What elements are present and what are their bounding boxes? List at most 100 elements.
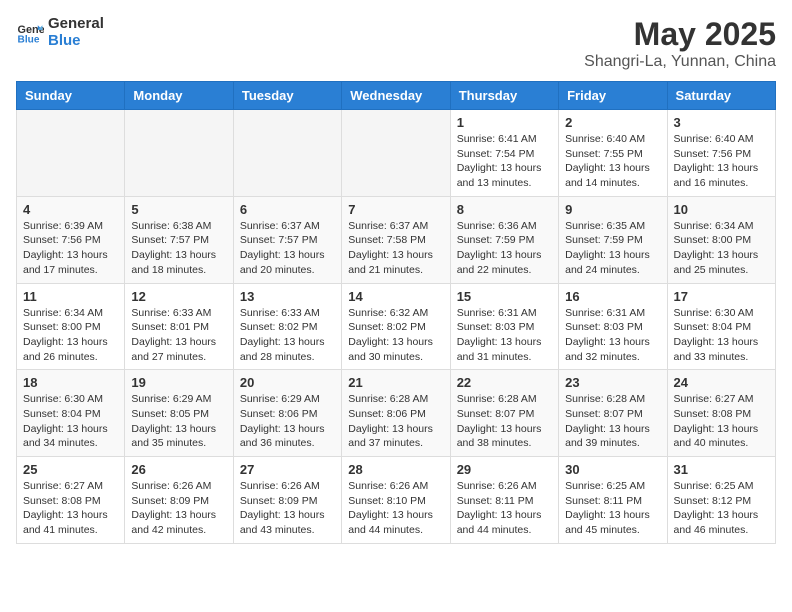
calendar-cell: 1 Sunrise: 6:41 AM Sunset: 7:54 PM Daylig…	[450, 110, 558, 197]
calendar-cell: 18 Sunrise: 6:30 AM Sunset: 8:04 PM Dayli…	[17, 370, 125, 457]
day-info: Sunrise: 6:26 AM Sunset: 8:11 PM Dayligh…	[457, 479, 552, 538]
day-info: Sunrise: 6:27 AM Sunset: 8:08 PM Dayligh…	[674, 392, 769, 451]
day-info: Sunrise: 6:28 AM Sunset: 8:06 PM Dayligh…	[348, 392, 443, 451]
calendar-cell: 2 Sunrise: 6:40 AM Sunset: 7:55 PM Daylig…	[559, 110, 667, 197]
weekday-header: Sunday	[17, 82, 125, 110]
month-year: May 2025	[584, 16, 776, 53]
logo-text-general: General	[48, 16, 104, 33]
day-info: Sunrise: 6:29 AM Sunset: 8:05 PM Dayligh…	[131, 392, 226, 451]
calendar-cell: 24 Sunrise: 6:27 AM Sunset: 8:08 PM Dayli…	[667, 370, 775, 457]
day-info: Sunrise: 6:38 AM Sunset: 7:57 PM Dayligh…	[131, 219, 226, 278]
calendar-cell: 9 Sunrise: 6:35 AM Sunset: 7:59 PM Daylig…	[559, 196, 667, 283]
day-number: 30	[565, 462, 660, 477]
calendar-cell: 3Sunrise: 6:40 AM Sunset: 7:56 PM Daylig…	[667, 110, 775, 197]
day-number: 28	[348, 462, 443, 477]
calendar-cell: 20 Sunrise: 6:29 AM Sunset: 8:06 PM Dayli…	[233, 370, 341, 457]
calendar-table: SundayMondayTuesdayWednesdayThursdayFrid…	[16, 81, 776, 544]
day-info: Sunrise: 6:25 AM Sunset: 8:12 PM Dayligh…	[674, 479, 769, 538]
day-info: Sunrise: 6:29 AM Sunset: 8:06 PM Dayligh…	[240, 392, 335, 451]
calendar-cell: 11 Sunrise: 6:34 AM Sunset: 8:00 PM Dayli…	[17, 283, 125, 370]
day-info: Sunrise: 6:41 AM Sunset: 7:54 PM Dayligh…	[457, 132, 552, 191]
day-number: 10	[674, 202, 769, 217]
calendar-cell: 4Sunrise: 6:39 AM Sunset: 7:56 PM Daylig…	[17, 196, 125, 283]
day-number: 14	[348, 289, 443, 304]
day-info: Sunrise: 6:33 AM Sunset: 8:02 PM Dayligh…	[240, 306, 335, 365]
day-number: 12	[131, 289, 226, 304]
weekday-header: Wednesday	[342, 82, 450, 110]
day-info: Sunrise: 6:40 AM Sunset: 7:56 PM Dayligh…	[674, 132, 769, 191]
calendar-week-row: 18 Sunrise: 6:30 AM Sunset: 8:04 PM Dayli…	[17, 370, 776, 457]
day-number: 29	[457, 462, 552, 477]
day-number: 20	[240, 375, 335, 390]
calendar-cell: 30 Sunrise: 6:25 AM Sunset: 8:11 PM Dayli…	[559, 457, 667, 544]
calendar-cell: 7 Sunrise: 6:37 AM Sunset: 7:58 PM Daylig…	[342, 196, 450, 283]
day-info: Sunrise: 6:31 AM Sunset: 8:03 PM Dayligh…	[565, 306, 660, 365]
calendar-cell: 17 Sunrise: 6:30 AM Sunset: 8:04 PM Dayli…	[667, 283, 775, 370]
calendar-week-row: 1 Sunrise: 6:41 AM Sunset: 7:54 PM Daylig…	[17, 110, 776, 197]
calendar-cell: 26Sunrise: 6:26 AM Sunset: 8:09 PM Dayli…	[125, 457, 233, 544]
day-number: 18	[23, 375, 118, 390]
day-number: 2	[565, 115, 660, 130]
logo: General Blue General Blue	[16, 16, 104, 49]
calendar-cell: 10Sunrise: 6:34 AM Sunset: 8:00 PM Dayli…	[667, 196, 775, 283]
day-info: Sunrise: 6:28 AM Sunset: 8:07 PM Dayligh…	[457, 392, 552, 451]
calendar-cell: 6 Sunrise: 6:37 AM Sunset: 7:57 PM Daylig…	[233, 196, 341, 283]
day-number: 27	[240, 462, 335, 477]
calendar-cell: 15Sunrise: 6:31 AM Sunset: 8:03 PM Dayli…	[450, 283, 558, 370]
calendar-cell: 16 Sunrise: 6:31 AM Sunset: 8:03 PM Dayli…	[559, 283, 667, 370]
day-number: 9	[565, 202, 660, 217]
calendar-cell: 23Sunrise: 6:28 AM Sunset: 8:07 PM Dayli…	[559, 370, 667, 457]
day-info: Sunrise: 6:32 AM Sunset: 8:02 PM Dayligh…	[348, 306, 443, 365]
day-number: 4	[23, 202, 118, 217]
weekday-header: Saturday	[667, 82, 775, 110]
calendar-cell: 13Sunrise: 6:33 AM Sunset: 8:02 PM Dayli…	[233, 283, 341, 370]
day-info: Sunrise: 6:37 AM Sunset: 7:57 PM Dayligh…	[240, 219, 335, 278]
calendar-cell: 25Sunrise: 6:27 AM Sunset: 8:08 PM Dayli…	[17, 457, 125, 544]
calendar-cell	[342, 110, 450, 197]
day-info: Sunrise: 6:26 AM Sunset: 8:09 PM Dayligh…	[240, 479, 335, 538]
day-number: 26	[131, 462, 226, 477]
calendar-cell: 14 Sunrise: 6:32 AM Sunset: 8:02 PM Dayli…	[342, 283, 450, 370]
calendar-cell: 12 Sunrise: 6:33 AM Sunset: 8:01 PM Dayli…	[125, 283, 233, 370]
day-info: Sunrise: 6:33 AM Sunset: 8:01 PM Dayligh…	[131, 306, 226, 365]
day-number: 24	[674, 375, 769, 390]
calendar-cell: 31 Sunrise: 6:25 AM Sunset: 8:12 PM Dayli…	[667, 457, 775, 544]
weekday-header: Tuesday	[233, 82, 341, 110]
day-number: 19	[131, 375, 226, 390]
day-number: 17	[674, 289, 769, 304]
calendar-week-row: 11 Sunrise: 6:34 AM Sunset: 8:00 PM Dayli…	[17, 283, 776, 370]
day-number: 31	[674, 462, 769, 477]
day-info: Sunrise: 6:34 AM Sunset: 8:00 PM Dayligh…	[23, 306, 118, 365]
logo-text-blue: Blue	[48, 33, 104, 50]
weekday-header-row: SundayMondayTuesdayWednesdayThursdayFrid…	[17, 82, 776, 110]
day-info: Sunrise: 6:28 AM Sunset: 8:07 PM Dayligh…	[565, 392, 660, 451]
weekday-header: Monday	[125, 82, 233, 110]
page-header: General Blue General Blue May 2025 Shang…	[16, 16, 776, 71]
day-info: Sunrise: 6:30 AM Sunset: 8:04 PM Dayligh…	[674, 306, 769, 365]
day-number: 6	[240, 202, 335, 217]
day-info: Sunrise: 6:30 AM Sunset: 8:04 PM Dayligh…	[23, 392, 118, 451]
calendar-cell: 22Sunrise: 6:28 AM Sunset: 8:07 PM Dayli…	[450, 370, 558, 457]
day-number: 25	[23, 462, 118, 477]
title-block: May 2025 Shangri-La, Yunnan, China	[584, 16, 776, 71]
day-number: 5	[131, 202, 226, 217]
calendar-cell: 27 Sunrise: 6:26 AM Sunset: 8:09 PM Dayli…	[233, 457, 341, 544]
calendar-week-row: 25Sunrise: 6:27 AM Sunset: 8:08 PM Dayli…	[17, 457, 776, 544]
day-info: Sunrise: 6:40 AM Sunset: 7:55 PM Dayligh…	[565, 132, 660, 191]
svg-text:Blue: Blue	[18, 34, 40, 45]
day-number: 11	[23, 289, 118, 304]
day-info: Sunrise: 6:31 AM Sunset: 8:03 PM Dayligh…	[457, 306, 552, 365]
day-info: Sunrise: 6:37 AM Sunset: 7:58 PM Dayligh…	[348, 219, 443, 278]
weekday-header: Thursday	[450, 82, 558, 110]
calendar-cell	[233, 110, 341, 197]
calendar-cell: 8Sunrise: 6:36 AM Sunset: 7:59 PM Daylig…	[450, 196, 558, 283]
calendar-cell: 5 Sunrise: 6:38 AM Sunset: 7:57 PM Daylig…	[125, 196, 233, 283]
calendar-week-row: 4Sunrise: 6:39 AM Sunset: 7:56 PM Daylig…	[17, 196, 776, 283]
day-number: 7	[348, 202, 443, 217]
day-number: 1	[457, 115, 552, 130]
day-info: Sunrise: 6:25 AM Sunset: 8:11 PM Dayligh…	[565, 479, 660, 538]
day-number: 16	[565, 289, 660, 304]
calendar-cell: 21Sunrise: 6:28 AM Sunset: 8:06 PM Dayli…	[342, 370, 450, 457]
day-info: Sunrise: 6:35 AM Sunset: 7:59 PM Dayligh…	[565, 219, 660, 278]
day-info: Sunrise: 6:36 AM Sunset: 7:59 PM Dayligh…	[457, 219, 552, 278]
